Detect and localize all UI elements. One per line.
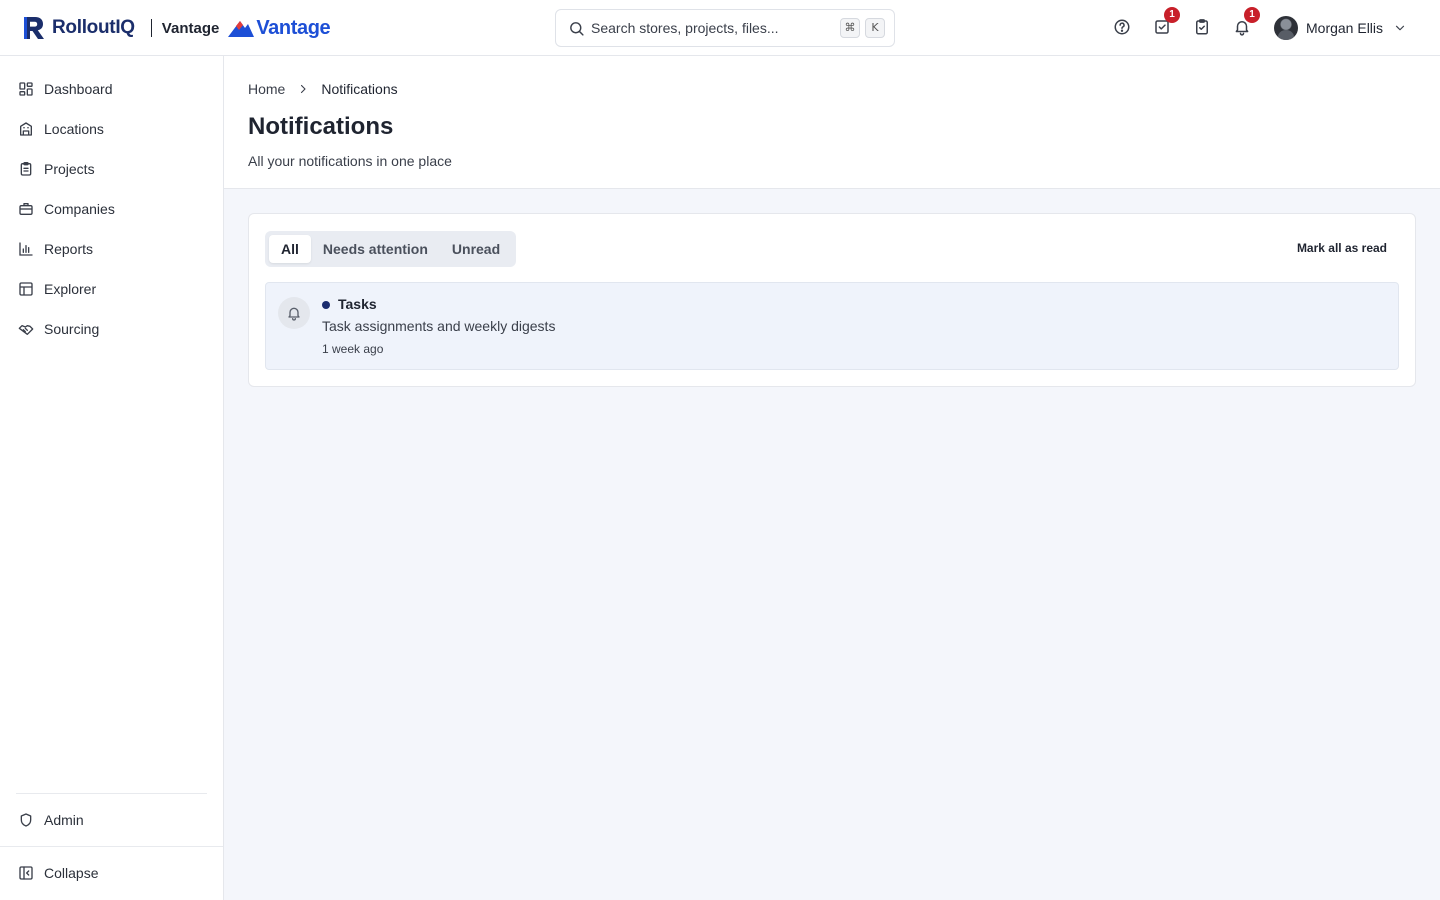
sidebar-item-label: Dashboard (44, 81, 113, 97)
chevron-down-icon (1395, 25, 1405, 31)
page-header: Home Notifications Notifications All you… (224, 56, 1440, 189)
tasks-button[interactable]: 1 (1151, 7, 1180, 38)
help-button[interactable] (1111, 16, 1133, 38)
sidebar-item-label: Admin (44, 812, 84, 828)
handshake-icon (18, 325, 34, 335)
bar-chart-icon (19, 242, 33, 256)
notification-icon-wrapper (278, 297, 310, 329)
top-bar: RolloutIQ Vantage Vantage ⌘ K 1 (0, 0, 1440, 56)
search-input[interactable] (591, 18, 831, 38)
sidebar-item-sourcing[interactable]: Sourcing (0, 311, 223, 347)
sidebar-item-dashboard[interactable]: Dashboard (0, 71, 223, 107)
tab-unread[interactable]: Unread (440, 235, 512, 263)
checklist-button[interactable] (1191, 16, 1213, 38)
table-icon (19, 282, 33, 296)
sidebar-collapse-button[interactable]: Collapse (0, 855, 223, 891)
sidebar-item-label: Explorer (44, 281, 97, 297)
notification-timestamp: 1 week ago (322, 342, 384, 356)
vantage-logo: Vantage (227, 16, 331, 40)
search-icon (570, 22, 584, 36)
breadcrumb-current: Notifications (321, 81, 398, 97)
dashboard-icon (19, 82, 33, 96)
sidebar-divider (0, 846, 223, 847)
briefcase-icon (19, 203, 33, 215)
tab-needs-attention[interactable]: Needs attention (311, 235, 440, 263)
notifications-card: All Needs attention Unread Mark all as r… (248, 213, 1416, 387)
page-title: Notifications (248, 113, 394, 140)
sidebar-item-explorer[interactable]: Explorer (0, 271, 223, 307)
brand-name: RolloutIQ (52, 17, 135, 38)
breadcrumb-home-link[interactable]: Home (248, 81, 285, 97)
brand[interactable]: RolloutIQ Vantage Vantage (22, 12, 331, 44)
page-subtitle: All your notifications in one place (248, 153, 452, 169)
notification-title: Tasks (338, 296, 377, 312)
sidebar-item-admin[interactable]: Admin (0, 802, 223, 838)
help-circle-icon (1114, 19, 1130, 35)
sidebar-item-label: Reports (44, 241, 94, 257)
shortcut-key-cmd: ⌘ (840, 18, 860, 38)
sidebar-item-reports[interactable]: Reports (0, 231, 223, 267)
vantage-mountain-icon (228, 21, 255, 37)
clipboard-icon (20, 162, 32, 176)
user-menu[interactable]: Morgan Ellis (1274, 15, 1407, 41)
shortcut-key-k: K (865, 18, 885, 38)
tasks-count-badge: 1 (1164, 7, 1180, 23)
sidebar-item-label: Companies (44, 201, 115, 217)
sidebar-divider (16, 793, 207, 794)
brand-sub: Vantage (161, 19, 220, 37)
sidebar: Dashboard Locations Projects Companies R… (0, 56, 224, 900)
unread-indicator (322, 301, 330, 309)
rolloutiq-logo-icon (24, 17, 44, 39)
clipboard-check-icon (1196, 19, 1208, 35)
sidebar-item-locations[interactable]: Locations (0, 111, 223, 147)
building-icon (20, 122, 32, 136)
bell-icon (288, 307, 300, 321)
sidebar-item-label: Locations (44, 121, 104, 137)
sidebar-item-companies[interactable]: Companies (0, 191, 223, 227)
notification-filter-tabs: All Needs attention Unread (265, 231, 517, 267)
shield-icon (20, 813, 32, 827)
notifications-count-badge: 1 (1244, 7, 1260, 23)
avatar (1274, 16, 1298, 40)
sidebar-item-label: Projects (44, 161, 95, 177)
notification-description: Task assignments and weekly digests (322, 318, 556, 334)
sidebar-item-label: Sourcing (44, 321, 100, 337)
sidebar-item-projects[interactable]: Projects (0, 151, 223, 187)
tab-all[interactable]: All (269, 235, 311, 263)
notifications-button[interactable]: 1 (1231, 7, 1260, 38)
collapse-panel-icon (19, 866, 33, 880)
global-search[interactable]: ⌘ K (555, 9, 895, 47)
chevron-right-icon (301, 84, 306, 94)
notification-item[interactable]: Tasks Task assignments and weekly digest… (265, 282, 1399, 370)
brand-divider (150, 19, 152, 37)
sidebar-item-label: Collapse (44, 865, 99, 881)
breadcrumb: Home Notifications (248, 81, 398, 97)
mark-all-read-button[interactable]: Mark all as read (1297, 241, 1387, 255)
user-name: Morgan Ellis (1306, 20, 1384, 36)
vantage-name: Vantage (256, 16, 331, 39)
